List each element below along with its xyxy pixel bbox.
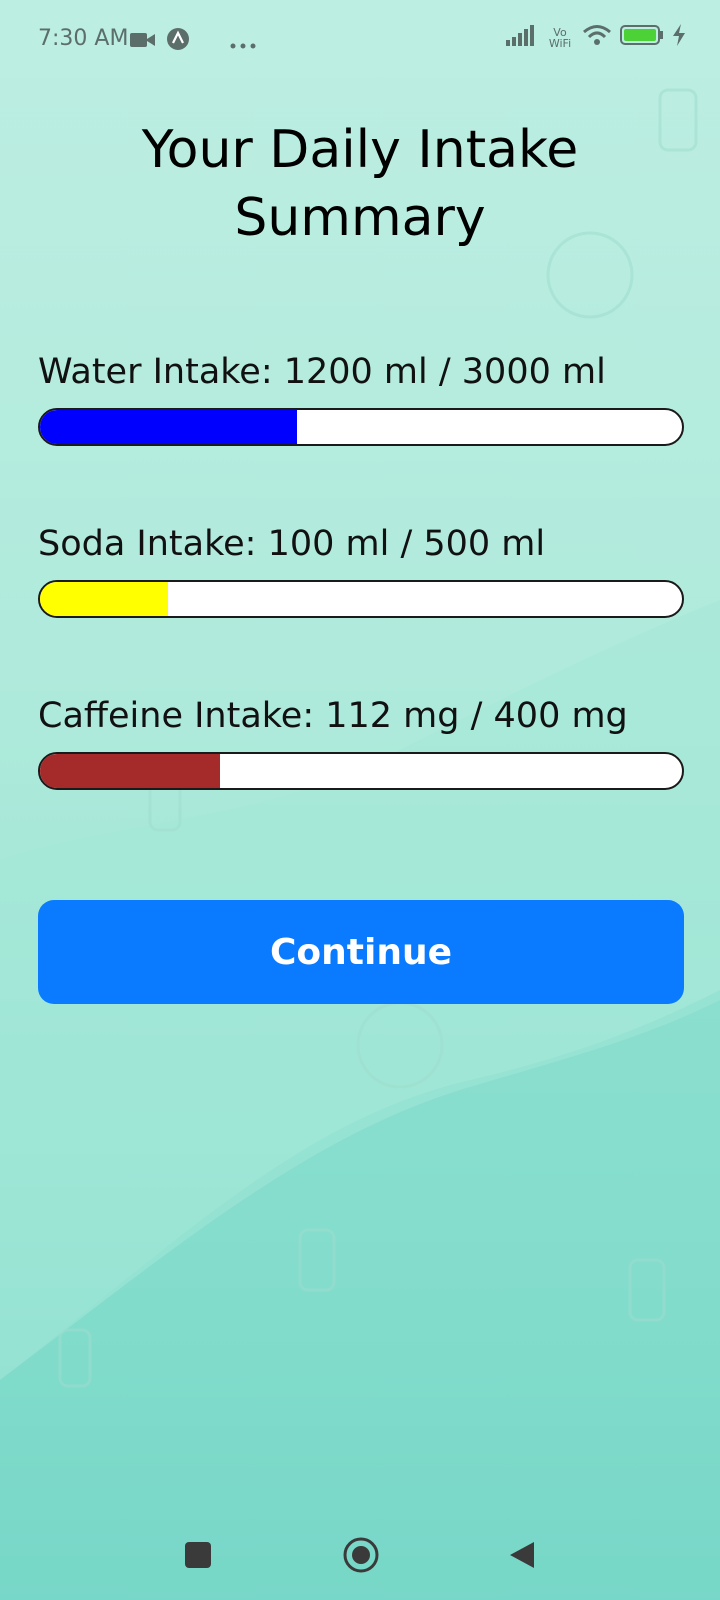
page-title-line-2: Summary (234, 188, 486, 248)
charging-icon (672, 24, 686, 52)
soda-intake-progress-bar (38, 580, 684, 618)
caffeine-intake-metric: Caffeine Intake: 112 mg / 400 mg (38, 692, 684, 790)
home-circle-icon[interactable] (331, 1520, 391, 1590)
soda-intake-metric: Soda Intake: 100 ml / 500 ml (38, 520, 684, 618)
vowifi-label: Vo WiFi (548, 26, 572, 50)
more-dots-icon (230, 30, 256, 55)
caffeine-intake-progress-fill (40, 754, 220, 788)
page-title: Your Daily Intake Summary (0, 116, 720, 252)
water-intake-metric: Water Intake: 1200 ml / 3000 ml (38, 348, 684, 446)
back-triangle-icon[interactable] (492, 1520, 552, 1590)
signal-icon (506, 24, 538, 52)
video-camera-icon (130, 30, 156, 55)
page-title-line-1: Your Daily Intake (141, 120, 579, 180)
water-intake-progress-fill (40, 410, 297, 444)
caffeine-intake-label: Caffeine Intake: 112 mg / 400 mg (38, 696, 628, 736)
soda-intake-progress-fill (40, 582, 169, 616)
app-notification-icon (166, 27, 190, 57)
water-intake-label: Water Intake: 1200 ml / 3000 ml (38, 352, 606, 392)
water-intake-progress-bar (38, 408, 684, 446)
status-time: 7:30 AM (38, 26, 129, 51)
caffeine-intake-progress-bar (38, 752, 684, 790)
continue-button[interactable]: Continue (38, 900, 684, 1004)
soda-intake-label: Soda Intake: 100 ml / 500 ml (38, 524, 546, 564)
battery-icon (620, 24, 664, 52)
status-bar: 7:30 AM Vo WiFi (0, 0, 720, 78)
recents-square-icon[interactable] (168, 1520, 228, 1590)
wifi-icon (582, 24, 612, 52)
system-nav-bar (0, 1520, 720, 1590)
